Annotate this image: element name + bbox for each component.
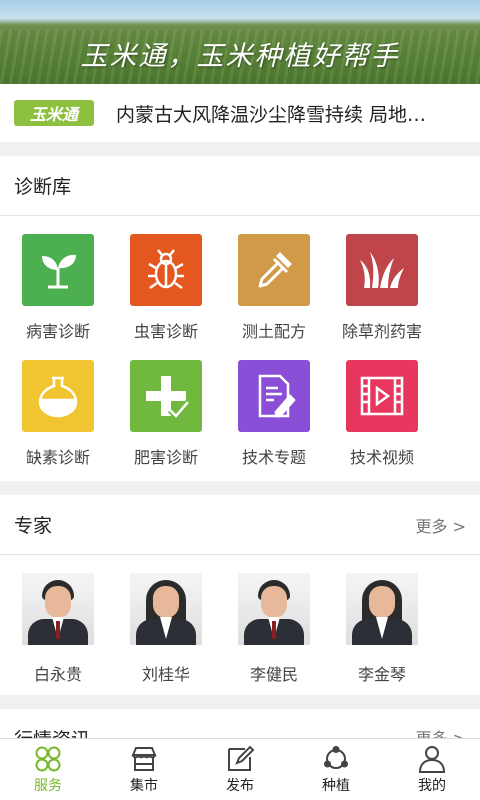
tab-service[interactable]: 服务 <box>0 739 96 800</box>
diagnosis-item-soil[interactable]: 测土配方 <box>220 234 328 360</box>
expert-name: 刘桂华 <box>141 665 190 684</box>
section-header: 行情资讯 更多 > <box>0 709 480 738</box>
document-icon <box>238 360 310 432</box>
news-ticker[interactable]: 玉米通 内蒙古大风降温沙尘降雪持续 局地… <box>0 84 480 142</box>
expert-photo <box>238 573 310 645</box>
expert-name: 李金琴 <box>357 665 406 684</box>
video-icon <box>346 360 418 432</box>
diagnosis-item-label: 技术专题 <box>241 448 306 467</box>
news-headline[interactable]: 内蒙古大风降温沙尘降雪持续 局地… <box>116 100 456 127</box>
diagnosis-item-disease[interactable]: 病害诊断 <box>4 234 112 360</box>
more-news-link[interactable]: 更多 > <box>416 725 467 738</box>
bug-icon <box>130 234 202 306</box>
diagnosis-item-label: 肥害诊断 <box>133 448 198 467</box>
banner-slogan: 玉米通，玉米种植好帮手 <box>80 41 400 72</box>
diagnosis-item-fertilizer[interactable]: 肥害诊断 <box>112 360 220 486</box>
diagnosis-section: 诊断库 病害诊断 虫害诊断 测土配方 除草剂药害 缺素诊断 肥害诊断 技术专题 … <box>0 156 480 481</box>
flask-icon <box>22 360 94 432</box>
market-news-section: 行情资讯 更多 > <box>0 709 480 738</box>
diagnosis-item-label: 除草剂药害 <box>341 322 422 341</box>
tab-label: 种植 <box>322 777 350 794</box>
expert-card[interactable]: 刘桂华 <box>112 573 220 685</box>
tab-label: 我的 <box>418 777 446 794</box>
expert-card[interactable]: 李健民 <box>220 573 328 685</box>
tab-label: 集市 <box>130 777 158 794</box>
tab-label: 服务 <box>34 777 62 794</box>
bottom-tab-bar: 服务 集市 发布 种植 我的 <box>0 738 480 800</box>
more-experts-link[interactable]: 更多 > <box>416 513 467 537</box>
experts-section: 专家 更多 > 白永贵 刘桂华 李健民 李金琴 <box>0 495 480 695</box>
tab-planting[interactable]: 种植 <box>288 739 384 800</box>
diagnosis-item-herbicide[interactable]: 除草剂药害 <box>328 234 436 360</box>
share-icon <box>324 745 348 769</box>
expert-card[interactable]: 李金琴 <box>328 573 436 685</box>
tab-publish[interactable]: 发布 <box>192 739 288 800</box>
diagnosis-item-topics[interactable]: 技术专题 <box>220 360 328 486</box>
diagnosis-item-label: 测土配方 <box>241 322 306 341</box>
section-header: 专家 更多 > <box>0 495 480 555</box>
clover-icon <box>35 746 61 771</box>
section-header: 诊断库 <box>0 156 480 216</box>
diagnosis-item-videos[interactable]: 技术视频 <box>328 360 436 486</box>
diagnosis-item-pest[interactable]: 虫害诊断 <box>112 234 220 360</box>
app-logo-badge: 玉米通 <box>14 100 94 126</box>
edit-icon <box>228 745 255 771</box>
diagnosis-item-label: 缺素诊断 <box>25 448 90 467</box>
plus-icon <box>130 360 202 432</box>
expert-name: 白永贵 <box>33 665 82 684</box>
diagnosis-item-nutrient[interactable]: 缺素诊断 <box>4 360 112 486</box>
section-title: 诊断库 <box>14 176 72 198</box>
user-icon <box>418 745 446 773</box>
section-title: 行情资讯 <box>14 725 90 738</box>
dropper-icon <box>238 234 310 306</box>
seedling-icon <box>22 234 94 306</box>
diagnosis-item-label: 技术视频 <box>349 448 414 467</box>
expert-photo <box>346 573 418 645</box>
top-banner[interactable]: 玉米通，玉米种植好帮手 <box>0 0 480 84</box>
store-icon <box>131 746 157 771</box>
diagnosis-item-label: 虫害诊断 <box>133 322 198 341</box>
tab-mine[interactable]: 我的 <box>384 739 480 800</box>
section-title: 专家 <box>14 515 53 537</box>
expert-card[interactable]: 白永贵 <box>4 573 112 685</box>
diagnosis-item-label: 病害诊断 <box>25 322 90 341</box>
expert-photo <box>22 573 94 645</box>
tab-label: 发布 <box>226 777 254 794</box>
expert-photo <box>130 573 202 645</box>
expert-name: 李健民 <box>249 665 298 684</box>
tab-market[interactable]: 集市 <box>96 739 192 800</box>
grass-icon <box>346 234 418 306</box>
